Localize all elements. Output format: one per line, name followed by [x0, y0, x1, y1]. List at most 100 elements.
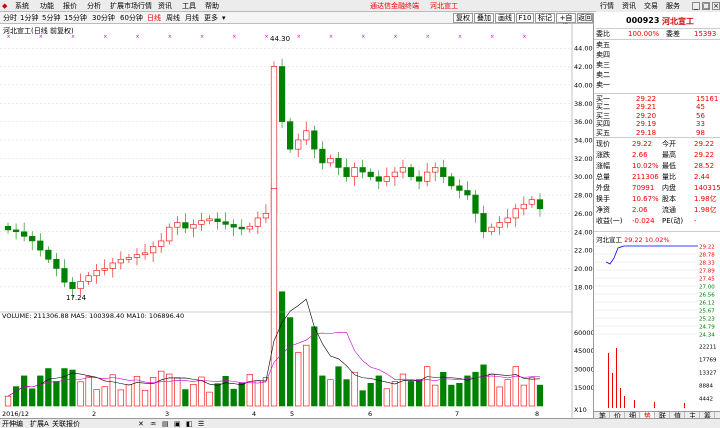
buy-volume: 56: [696, 111, 705, 120]
menu-news[interactable]: 资讯: [158, 2, 172, 10]
volume-bar: [174, 377, 181, 407]
volume-bar: [311, 326, 318, 407]
menu-function[interactable]: 功能: [40, 2, 54, 10]
date-label: 3: [165, 410, 169, 418]
volume-bar: [69, 369, 76, 407]
mark-button[interactable]: 标记: [535, 13, 555, 23]
promo-text[interactable]: 通达信金融终端: [370, 2, 419, 10]
tab-service[interactable]: 服务: [666, 2, 680, 10]
volume-bar: [303, 344, 310, 407]
buy-row-2: 买二 29.21 45: [594, 103, 720, 111]
sell-label: 卖二: [596, 71, 610, 79]
sell-label: 卖五: [596, 41, 610, 49]
sell-row-4: 卖四: [594, 51, 720, 59]
stat-value: -0.024: [632, 217, 655, 225]
split-icon[interactable]: ◧: [186, 420, 193, 428]
period-weekly[interactable]: 周线: [166, 14, 180, 22]
volume-bar: [254, 380, 262, 407]
candle: [415, 176, 423, 182]
add-watchlist-button[interactable]: +自选: [556, 13, 576, 31]
stat-value: 2.66: [632, 151, 648, 159]
back-button[interactable]: 返回: [577, 13, 593, 23]
buy-row-3: 买三 29.20 56: [594, 112, 720, 120]
candle: [37, 240, 44, 251]
volume-bar: [37, 375, 44, 407]
period-30min[interactable]: 30分钟: [92, 14, 115, 22]
bottom-tab-extend[interactable]: 扩展A: [30, 420, 49, 428]
sell-label: 卖一: [596, 81, 610, 89]
menu-quote[interactable]: 报价: [63, 2, 77, 10]
period-intraday[interactable]: 分时: [3, 14, 17, 22]
menu-extended-market[interactable]: 扩展市场行情: [110, 2, 152, 10]
volume-bar: [238, 382, 245, 407]
grid-icon[interactable]: ▤: [162, 420, 169, 428]
candle: [61, 268, 68, 283]
stat-label: 净资: [596, 206, 610, 214]
period-60min[interactable]: 60分钟: [120, 14, 143, 22]
event-marker: ×: [232, 34, 236, 40]
wave-icon[interactable]: ♒: [150, 420, 156, 428]
maximize-icon[interactable]: □: [702, 2, 710, 10]
tab-info[interactable]: 资讯: [622, 2, 636, 10]
event-marker: ×: [361, 34, 365, 40]
fuquan-button[interactable]: 复权: [453, 13, 473, 23]
volume-bar: [21, 375, 28, 407]
candle: [319, 148, 326, 164]
overlay-button[interactable]: 叠加: [474, 13, 494, 23]
menu-help[interactable]: 帮助: [205, 2, 219, 10]
volume-bar: [278, 291, 286, 407]
volume-bar: [456, 382, 463, 407]
volume-bar: [327, 379, 334, 407]
period-5min[interactable]: 5分钟: [42, 14, 60, 22]
period-more[interactable]: 更多: [204, 14, 218, 22]
panel-icon[interactable]: ▣: [174, 420, 181, 428]
menu-tools[interactable]: 工具: [182, 2, 196, 10]
volume-bar: [206, 391, 213, 407]
stat-label: 换手: [596, 195, 610, 203]
volume-bar: [319, 375, 326, 407]
period-daily[interactable]: 日线: [147, 14, 161, 22]
f10-button[interactable]: F10: [516, 13, 534, 23]
volume-tick: 15000: [574, 384, 593, 392]
volume-bar: [4, 395, 12, 407]
stat-value: 29.22: [632, 140, 653, 148]
bottom-tab-related[interactable]: 关联报价: [52, 420, 80, 428]
list-icon[interactable]: ☰: [198, 420, 204, 428]
draw-line-button[interactable]: 画线: [495, 13, 515, 23]
close-icon[interactable]: ×: [712, 2, 720, 10]
volume-bar: [109, 374, 116, 407]
bottom-tab-kai[interactable]: 开伸编: [2, 420, 23, 428]
volume-bar: [448, 384, 455, 407]
mini-volume-tick: 4442: [699, 397, 713, 403]
price-tick: 34.00: [574, 136, 593, 144]
chevron-down-icon[interactable]: ▾: [222, 14, 226, 22]
stat-row: 净资 2.06 流通 1.98亿: [594, 206, 720, 214]
volume-bar: [504, 379, 511, 407]
price-tick: 38.00: [574, 100, 593, 108]
menu-system[interactable]: 系统: [15, 2, 29, 10]
event-marker: ×: [393, 34, 397, 40]
close-icon[interactable]: ✕: [138, 420, 144, 428]
volume-bar: [512, 366, 519, 407]
sell-row-3: 卖三: [594, 61, 720, 69]
volume-bar: [12, 386, 20, 407]
tab-trade[interactable]: 交易: [644, 2, 658, 10]
stat-label: 收益(一): [596, 217, 623, 225]
mini-intraday-chart[interactable]: 29.22 28.78 28.33 27.89 27.45 27.00 26.56 26.12…: [594, 242, 720, 410]
tab-market[interactable]: 行情: [600, 2, 614, 10]
period-monthly[interactable]: 月线: [185, 14, 199, 22]
period-1min[interactable]: 1分钟: [20, 14, 38, 22]
period-15min[interactable]: 15分钟: [64, 14, 87, 22]
date-label: 2016/12: [2, 410, 29, 418]
candle: [391, 171, 399, 177]
menu-analysis[interactable]: 分析: [87, 2, 101, 10]
event-marker: ×: [200, 34, 204, 40]
volume-bar: [480, 364, 487, 407]
kline-chart[interactable]: 河北宣工(日线 前复权) 44.0042.0040.0038.0036.0034…: [0, 24, 593, 418]
minimize-icon[interactable]: _: [692, 2, 700, 10]
volume-bar: [536, 384, 544, 407]
date-label: 6: [368, 410, 372, 418]
volume-bar: [383, 388, 390, 407]
stat-value: 140315: [694, 184, 720, 192]
mini-volume-tick: 17769: [699, 358, 717, 364]
